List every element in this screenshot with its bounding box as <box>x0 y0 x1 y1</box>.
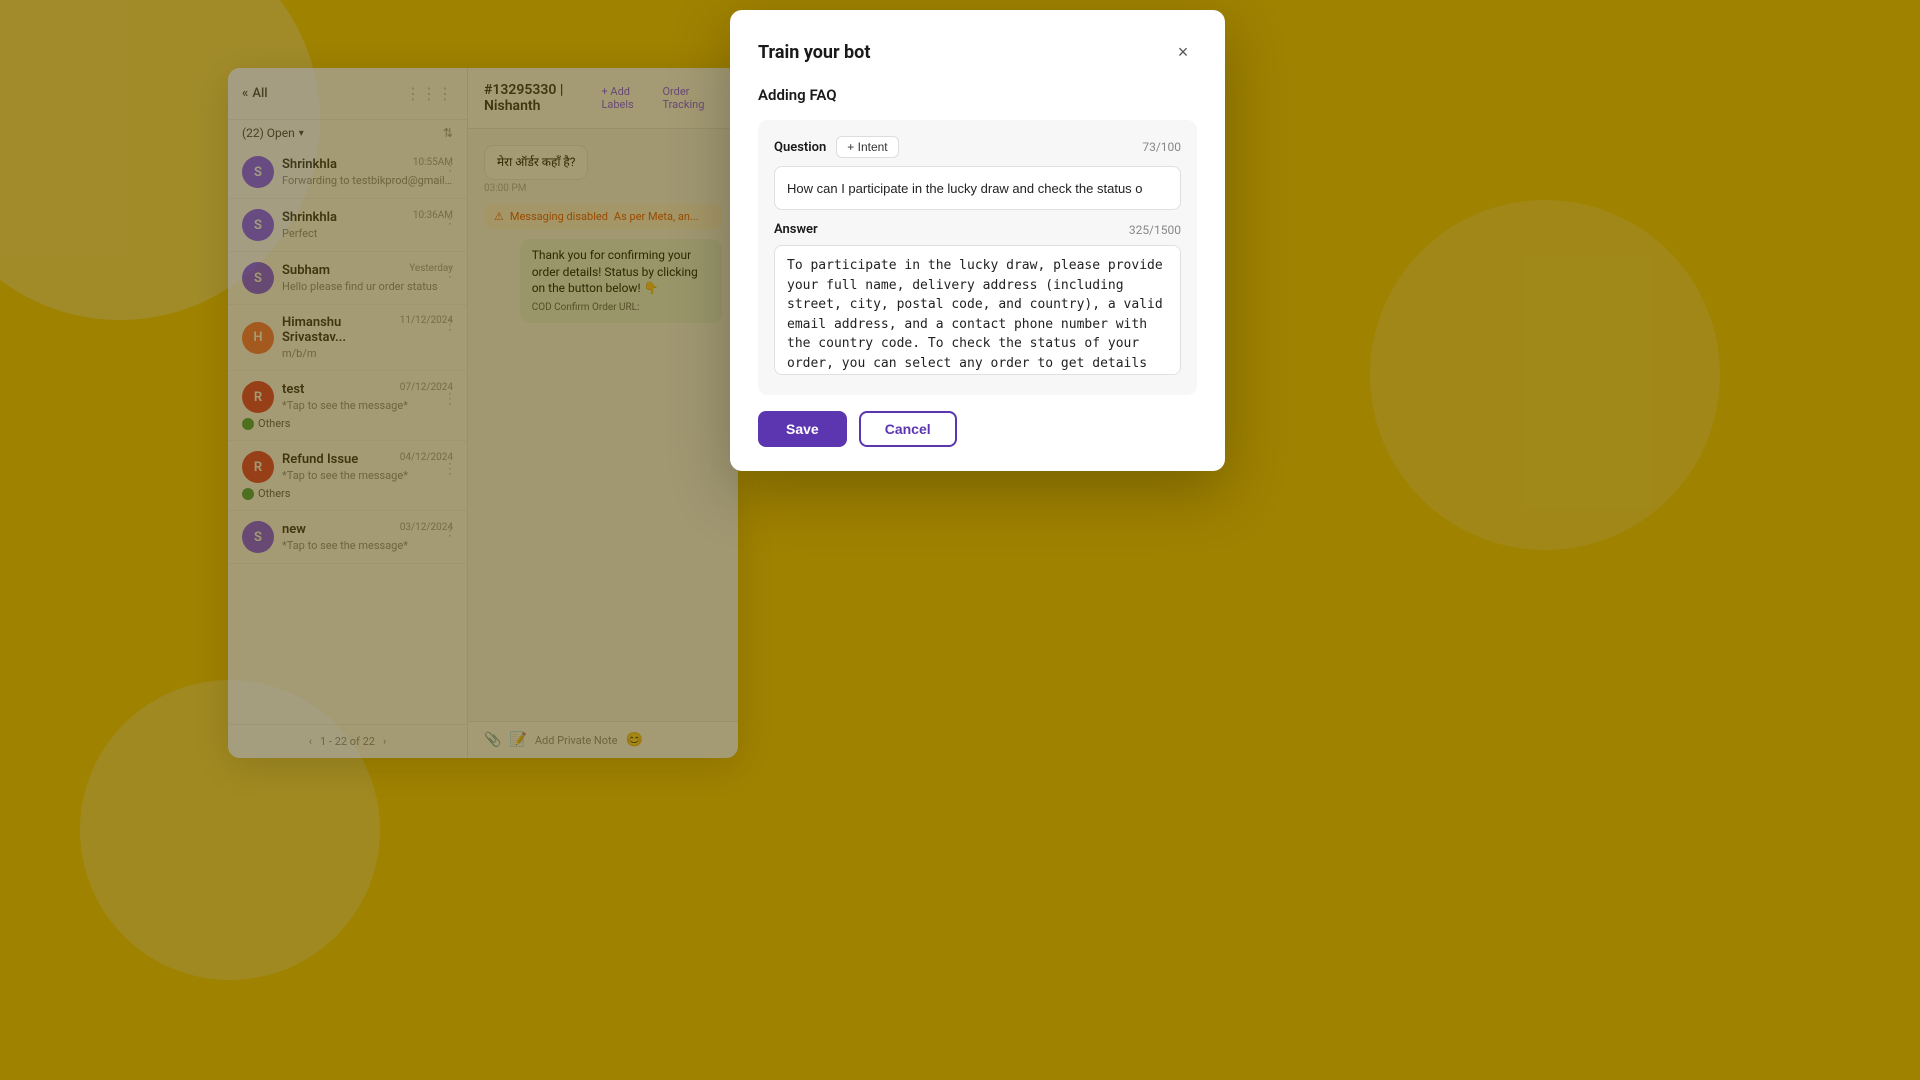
intent-button[interactable]: + Intent <box>836 136 898 158</box>
question-field: Question + Intent 73/100 <box>774 136 1181 210</box>
question-label: Question <box>774 140 826 155</box>
question-count: 73/100 <box>1142 140 1181 154</box>
modal-subtitle: Adding FAQ <box>758 86 1197 104</box>
answer-count: 325/1500 <box>1129 223 1181 237</box>
answer-field-header: Answer 325/1500 <box>774 222 1181 237</box>
question-field-header: Question + Intent 73/100 <box>774 136 1181 158</box>
question-label-group: Question + Intent <box>774 136 899 158</box>
modal-footer: Save Cancel <box>758 411 1197 447</box>
train-bot-modal: Train your bot × Adding FAQ Question + I… <box>730 10 1225 471</box>
cancel-button[interactable]: Cancel <box>859 411 957 447</box>
faq-card: Question + Intent 73/100 Answer 325/1500… <box>758 120 1197 395</box>
answer-field: Answer 325/1500 To participate in the lu… <box>774 222 1181 379</box>
save-button[interactable]: Save <box>758 411 847 447</box>
modal-title: Train your bot <box>758 42 870 63</box>
modal-close-button[interactable]: × <box>1169 38 1197 66</box>
answer-label: Answer <box>774 222 818 237</box>
question-input[interactable] <box>774 166 1181 210</box>
answer-textarea[interactable]: To participate in the lucky draw, please… <box>774 245 1181 375</box>
modal-header: Train your bot × <box>758 38 1197 66</box>
